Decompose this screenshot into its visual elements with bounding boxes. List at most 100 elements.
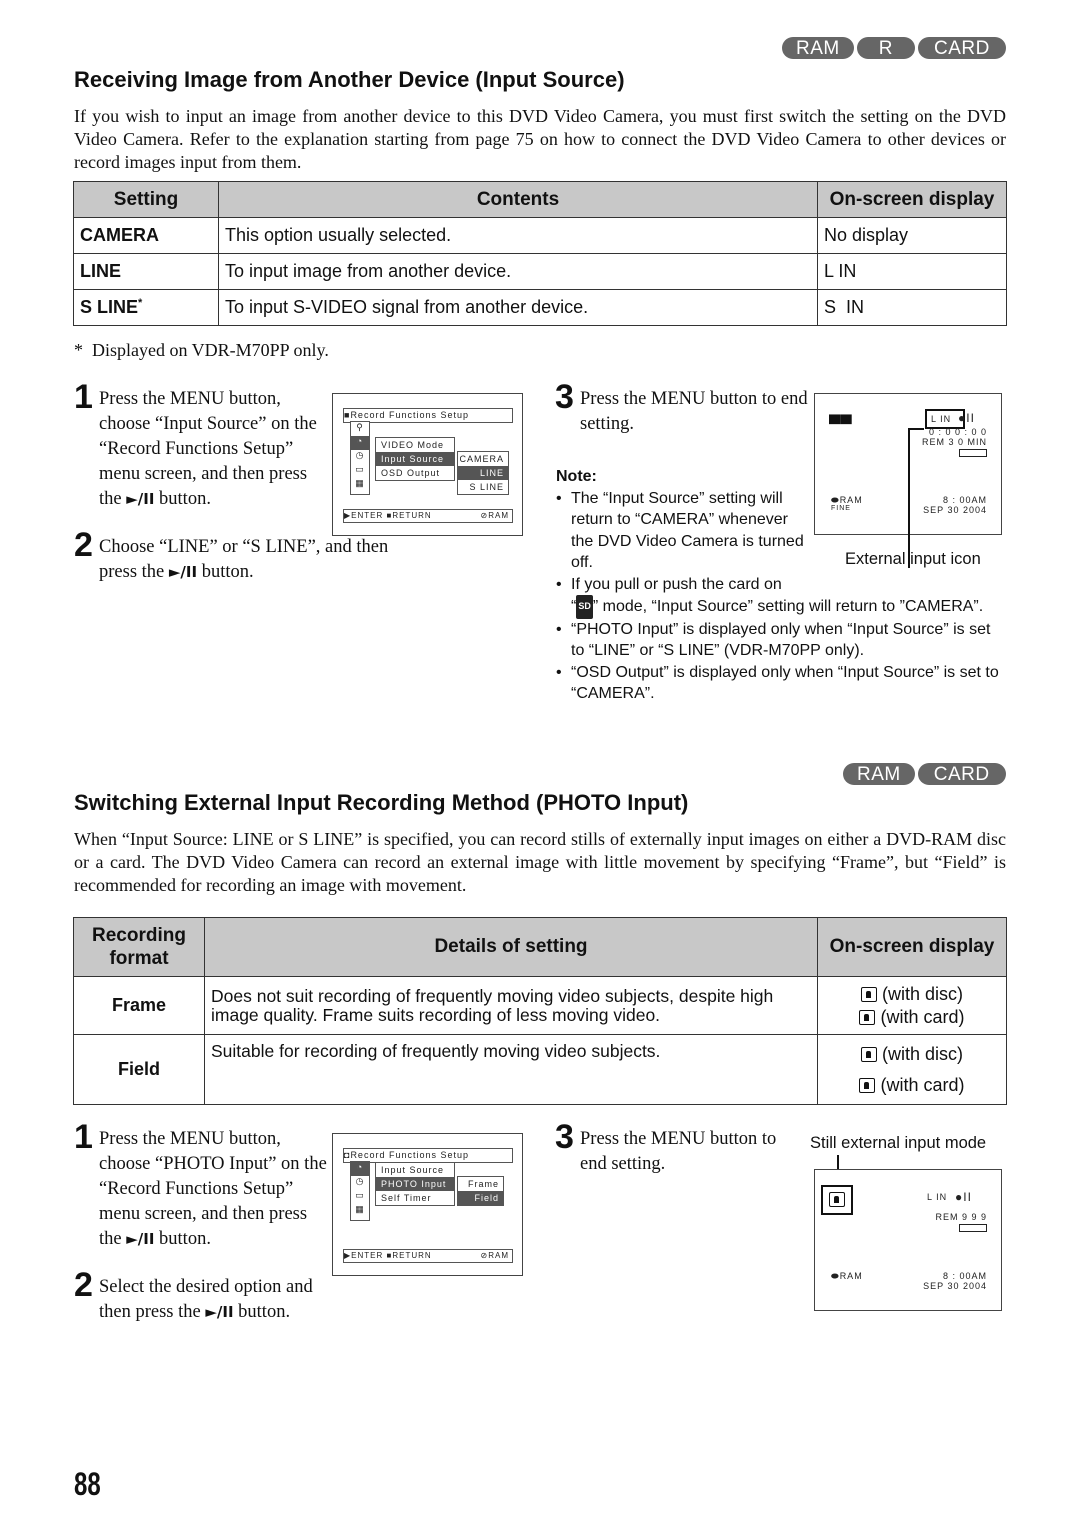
header-recording-format: Recording format [73, 917, 205, 977]
field-card-icon [859, 1078, 876, 1094]
step-text: Press the MENU button to end setting. [580, 389, 808, 434]
step-number: 2 [74, 526, 93, 564]
display-cell: L IN [817, 253, 1007, 290]
page-number: 88 [74, 1466, 101, 1502]
section-title-photo-input: Switching External Input Recording Metho… [74, 790, 689, 815]
format-cell: Field [73, 1034, 205, 1105]
play-pause-icon: ►/II [126, 490, 155, 508]
play-pause-icon: ►/II [126, 1230, 155, 1248]
setting-cell: LINE [73, 253, 219, 290]
menu-item[interactable]: OSD Output [376, 466, 454, 480]
battery-icon [959, 449, 987, 457]
record-mode-icon: ◔ [351, 436, 369, 450]
menu-items: Input Source PHOTO Input Self Timer [375, 1162, 455, 1206]
display-cell: (with disc) (with card) [817, 976, 1007, 1035]
disc-icon: ⬬ [831, 1271, 840, 1281]
section-title-input-source: Receiving Image from Another Device (Inp… [74, 67, 625, 92]
setting-text: S LINE [80, 297, 139, 317]
frame-card-icon [859, 1010, 876, 1026]
frame-disc-icon [860, 987, 877, 1003]
footnote: * Displayed on VDR-M70PP only. [74, 340, 329, 360]
clock-icon: ◷ [355, 450, 365, 460]
menu-item[interactable]: Input Source [376, 1163, 454, 1177]
media-badges: RAM R CARD [782, 37, 1006, 59]
menu-option-selected[interactable]: LINE [458, 466, 508, 480]
return-label: RETURN [392, 1251, 432, 1260]
intro-paragraph: When “Input Source: LINE or S LINE” is s… [74, 829, 1006, 895]
menu-screen-input-source: ■Record Functions Setup ⚲ ◔ ◷ ▭ ▦ VIDEO … [332, 393, 523, 536]
record-mode-icon: ◔ [351, 1162, 369, 1176]
header-setting: Setting [73, 181, 219, 218]
time-display: 8 : 00AM [942, 1271, 987, 1281]
step-text: Press the MENU button to end setting. [580, 1129, 777, 1174]
settings-icon: ▦ [355, 1204, 365, 1214]
enter-label: ENTER [351, 511, 384, 520]
menu-items: VIDEO Mode Input Source OSD Output [375, 437, 455, 481]
play-pause-icon: ►/II [205, 1303, 234, 1321]
note-block: Note: The “Input Source” setting will re… [556, 466, 1006, 705]
contents-cell: This option usually selected. [218, 217, 818, 254]
setting-cell: S LINE* [73, 289, 219, 326]
display-cell: S IN [817, 289, 1007, 326]
display-label: (with disc) [882, 983, 964, 1004]
screen-icon: ▭ [355, 1190, 365, 1200]
clock-icon: ◷ [355, 1176, 365, 1186]
sd-card-icon: SD [576, 595, 593, 619]
menu-options: Frame Field [457, 1176, 504, 1206]
contents-cell: To input S-VIDEO signal from another dev… [218, 289, 818, 326]
menu-icon-column: ⚲ ◔ ◷ ▭ ▦ [350, 421, 370, 495]
details-cell: Does not suit recording of frequently mo… [204, 976, 818, 1035]
menu-option-selected[interactable]: Field [458, 1191, 503, 1205]
table-row: Field Suitable for recording of frequent… [73, 1034, 1007, 1105]
step-1-after: button. [159, 1229, 211, 1249]
format-cell: Frame [73, 976, 205, 1035]
menu-item-selected[interactable]: PHOTO Input [376, 1177, 454, 1191]
intro-paragraph: If you wish to input an image from anoth… [74, 106, 1006, 172]
media-badges: RAM CARD [843, 763, 1006, 785]
media-label: RAM [488, 511, 509, 520]
remaining-time: REM 3 0 MIN [921, 437, 987, 447]
input-indicator: L IN [927, 1192, 948, 1202]
input-source-table: Setting Contents On-screen display CAMER… [73, 181, 1007, 326]
media-indicator: ⬬RAM [831, 1271, 863, 1282]
menu-title: Record Functions Setup [350, 410, 469, 420]
menu-item-selected[interactable]: Input Source [376, 452, 454, 466]
header-contents: Contents [218, 181, 818, 218]
table-row: CAMERA This option usually selected. No … [73, 217, 1007, 254]
photo-field-icon [829, 1192, 845, 1207]
badge-ram: RAM [782, 37, 854, 59]
still-input-caption: Still external input mode [810, 1134, 987, 1152]
display-cell: (with disc) (with card) [817, 1034, 1007, 1105]
step-number: 2 [74, 1266, 93, 1304]
step-number: 3 [555, 378, 574, 416]
details-cell: Suitable for recording of frequently mov… [204, 1034, 818, 1105]
screen-icon: ▭ [355, 464, 365, 474]
step-2-after: button. [201, 562, 254, 582]
menu-footer: ▶ENTER ■RETURN ⊘RAM [343, 509, 513, 523]
menu-options: CAMERA LINE S LINE [457, 451, 509, 495]
menu-item[interactable]: Self Timer [376, 1191, 454, 1205]
menu-option[interactable]: Frame [458, 1177, 503, 1191]
step-text: Press the MENU button, choose “PHOTO Inp… [99, 1127, 329, 1252]
video-camera-icon: ▀▀ [829, 416, 852, 433]
badge-card: CARD [917, 37, 1006, 59]
table-row: Frame Does not suit recording of frequen… [73, 976, 1007, 1035]
remaining-shots: REM 9 9 9 [935, 1212, 987, 1222]
badge-r: R [856, 37, 915, 59]
menu-item[interactable]: VIDEO Mode [376, 438, 454, 452]
display-label: (with card) [880, 1006, 965, 1027]
display-screen-still-input: L IN ●II REM 9 9 9 ⬬RAM 8 : 00AM SEP 30 … [814, 1169, 1002, 1311]
badge-ram: RAM [843, 763, 915, 785]
footnote-marker: * [138, 297, 143, 309]
counter: 0 : 0 0 : 0 0 [928, 427, 987, 437]
header-display: On-screen display [817, 181, 1007, 218]
note-item: “PHOTO Input” is displayed only when “In… [556, 619, 1006, 662]
menu-screen-photo-input: ◘Record Functions Setup ◔ ◷ ▭ ▦ Input So… [332, 1133, 523, 1276]
menu-option[interactable]: CAMERA [458, 452, 508, 466]
field-disc-icon [860, 1047, 877, 1063]
menu-option[interactable]: S LINE [458, 480, 508, 494]
step-text: Press the MENU button, choose “Input Sou… [99, 387, 324, 512]
date-display: SEP 30 2004 [923, 1281, 987, 1291]
contents-cell: To input image from another device. [218, 253, 818, 290]
menu-icon-column: ◔ ◷ ▭ ▦ [350, 1161, 370, 1221]
